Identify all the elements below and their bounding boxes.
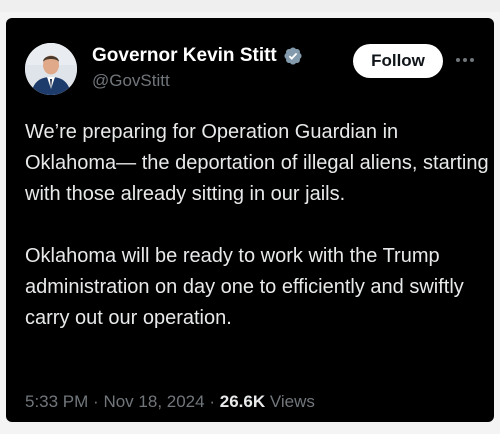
tweet-paragraph-2: Oklahoma will be ready to work with the … [25,245,464,329]
more-horizontal-icon [456,58,474,62]
tweet-date[interactable]: Nov 18, 2024 [103,392,204,411]
more-options-button[interactable] [453,48,477,72]
tweet-paragraph-1: We’re preparing for Operation Guardian i… [25,121,489,205]
tweet-meta: 5:33 PM · Nov 18, 2024 · 26.6K Views [25,392,315,412]
author-name-row: Governor Kevin Stitt [92,45,303,67]
meta-separator: · [209,392,215,411]
author-name[interactable]: Governor Kevin Stitt [92,45,277,67]
author-handle[interactable]: @GovStitt [92,71,170,91]
avatar[interactable] [25,43,77,95]
tweet-time[interactable]: 5:33 PM [25,392,88,411]
avatar-image [25,43,77,95]
views-label: Views [269,392,315,411]
views-count: 26.6K [219,392,266,411]
top-strip [0,0,500,12]
verified-badge-icon [284,47,302,65]
tweet-card: Governor Kevin Stitt @GovStitt Follow We… [6,18,494,422]
tweet-text: We’re preparing for Operation Guardian i… [25,117,490,334]
bottom-strip [0,424,500,434]
follow-button[interactable]: Follow [353,44,443,78]
meta-separator: · [93,392,99,411]
